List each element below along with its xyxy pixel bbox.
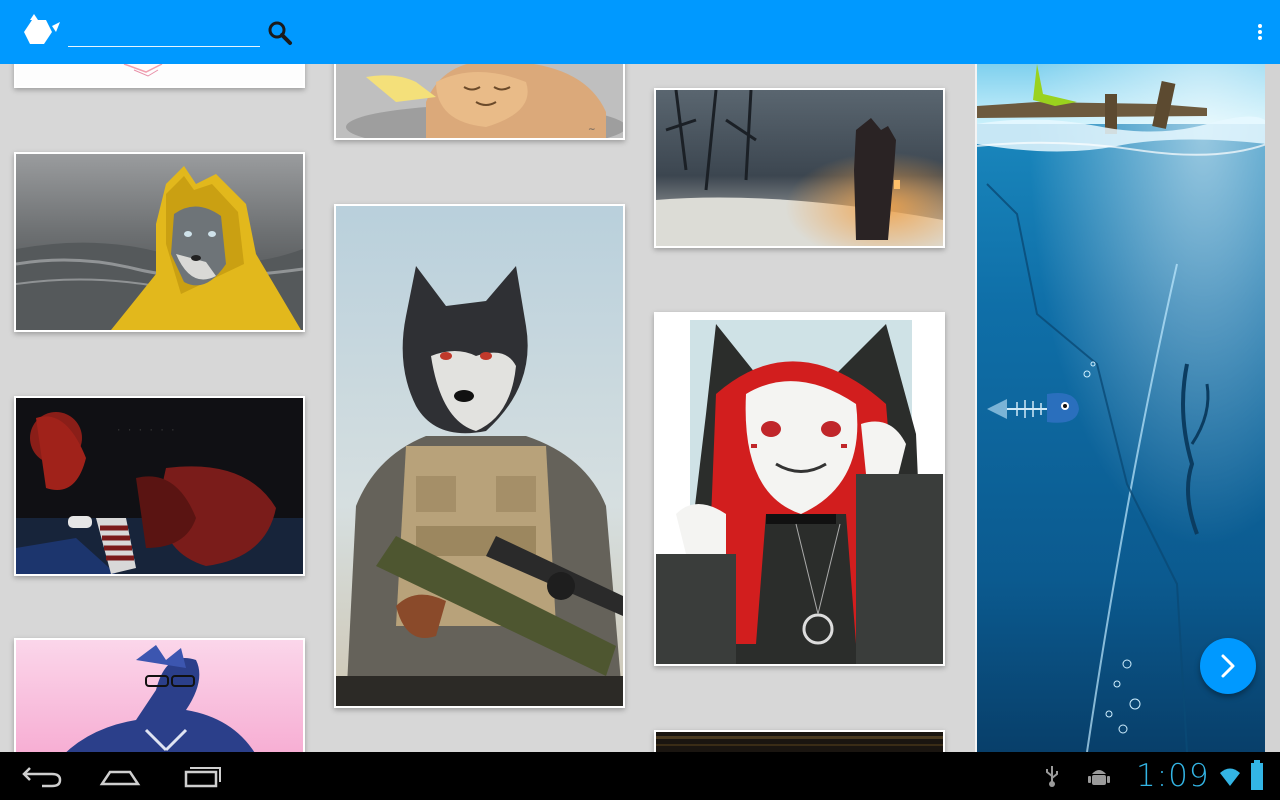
status-clock: 1:09 [1136,758,1210,794]
gallery-thumbnail[interactable] [654,88,945,248]
teapot-logo-icon[interactable] [16,8,64,56]
thumbnail-image [16,154,303,330]
gallery-thumbnail[interactable] [654,312,945,666]
svg-text:~: ~ [588,125,596,135]
thumbnail-image [656,314,943,664]
battery-icon [1251,760,1263,790]
thumbnail-image [656,90,943,246]
app-bar [0,0,1280,64]
usb-icon [1046,766,1058,787]
back-icon[interactable] [12,760,68,792]
search-underline [68,46,260,47]
wifi-icon [1220,768,1240,786]
search-icon[interactable] [266,20,294,46]
app-screen: · · · · · · ~ 1:09 [0,0,1280,800]
svg-text:· · · · · ·: · · · · · · [116,426,176,436]
gallery-thumbnail[interactable] [14,152,305,332]
panel-edge [1265,64,1280,752]
gallery-thumbnail[interactable] [334,204,625,708]
overflow-menu-icon[interactable] [1248,20,1272,44]
search-input[interactable] [68,20,262,46]
system-nav-bar: 1:09 [0,752,1280,800]
next-button[interactable] [1200,638,1256,694]
thumbnail-image [336,206,623,706]
android-debug-icon [1088,770,1110,785]
chevron-right-icon [1221,654,1235,678]
home-icon[interactable] [92,760,148,792]
recent-apps-icon[interactable] [172,760,228,792]
gallery-thumbnail[interactable]: · · · · · · [14,396,305,576]
thumbnail-image: · · · · · · [16,398,303,574]
